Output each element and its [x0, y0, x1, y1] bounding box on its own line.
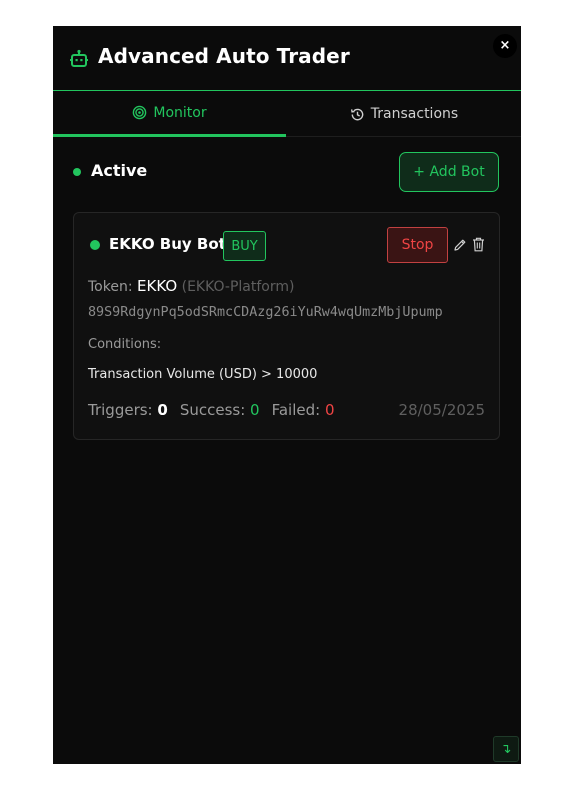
- tab-transactions[interactable]: Transactions: [287, 91, 521, 137]
- auto-trader-panel: Advanced Auto Trader × Monitor Transacti…: [53, 26, 521, 764]
- bot-status-dot: [90, 240, 100, 250]
- status-label: Active: [91, 161, 148, 180]
- robot-icon: [70, 49, 88, 67]
- corner-resize-button[interactable]: ↴: [493, 736, 519, 762]
- add-bot-button[interactable]: + Add Bot: [399, 152, 499, 192]
- target-icon: [133, 105, 147, 120]
- failed-count: 0: [324, 401, 335, 419]
- token-address: 89S9RdgynPq5odSRmcCDAzg26iYuRw4wqUmzMbjU…: [88, 305, 443, 320]
- success-count: 0: [250, 401, 260, 419]
- condition-value: Transaction Volume (USD) > 10000: [88, 367, 318, 382]
- tab-monitor[interactable]: Monitor: [53, 91, 286, 137]
- panel-header: Advanced Auto Trader: [53, 26, 521, 91]
- token-label: Token:: [88, 279, 133, 295]
- pencil-icon[interactable]: [453, 238, 467, 252]
- success-label: Success:: [179, 401, 246, 419]
- bot-date: 28/05/2025: [398, 401, 485, 419]
- side-badge: BUY: [223, 231, 266, 261]
- failed-label: Failed:: [271, 401, 321, 419]
- close-button[interactable]: ×: [493, 34, 517, 58]
- triggers-label: Triggers:: [88, 401, 153, 419]
- bot-card: EKKO Buy Bot BUY Stop Token: EKKO (EKKO-…: [73, 212, 500, 440]
- bot-stats: Triggers: 0 Success: 0 Failed: 0: [88, 401, 335, 419]
- trash-icon[interactable]: [472, 237, 485, 252]
- status-indicator: [73, 168, 81, 176]
- stop-button[interactable]: Stop: [387, 227, 448, 263]
- history-icon: [350, 108, 364, 120]
- token-symbol: EKKO: [137, 277, 178, 295]
- token-info: Token: EKKO (EKKO-Platform): [88, 277, 294, 295]
- tab-bar: Monitor Transactions: [53, 91, 521, 137]
- triggers-count: 0: [157, 401, 168, 419]
- page-title: Advanced Auto Trader: [98, 44, 350, 68]
- tab-monitor-label: Monitor: [153, 104, 207, 121]
- tab-transactions-label: Transactions: [370, 106, 459, 122]
- bot-name: EKKO Buy Bot: [109, 235, 226, 253]
- token-platform: (EKKO-Platform): [181, 279, 295, 295]
- conditions-label: Conditions:: [88, 337, 162, 352]
